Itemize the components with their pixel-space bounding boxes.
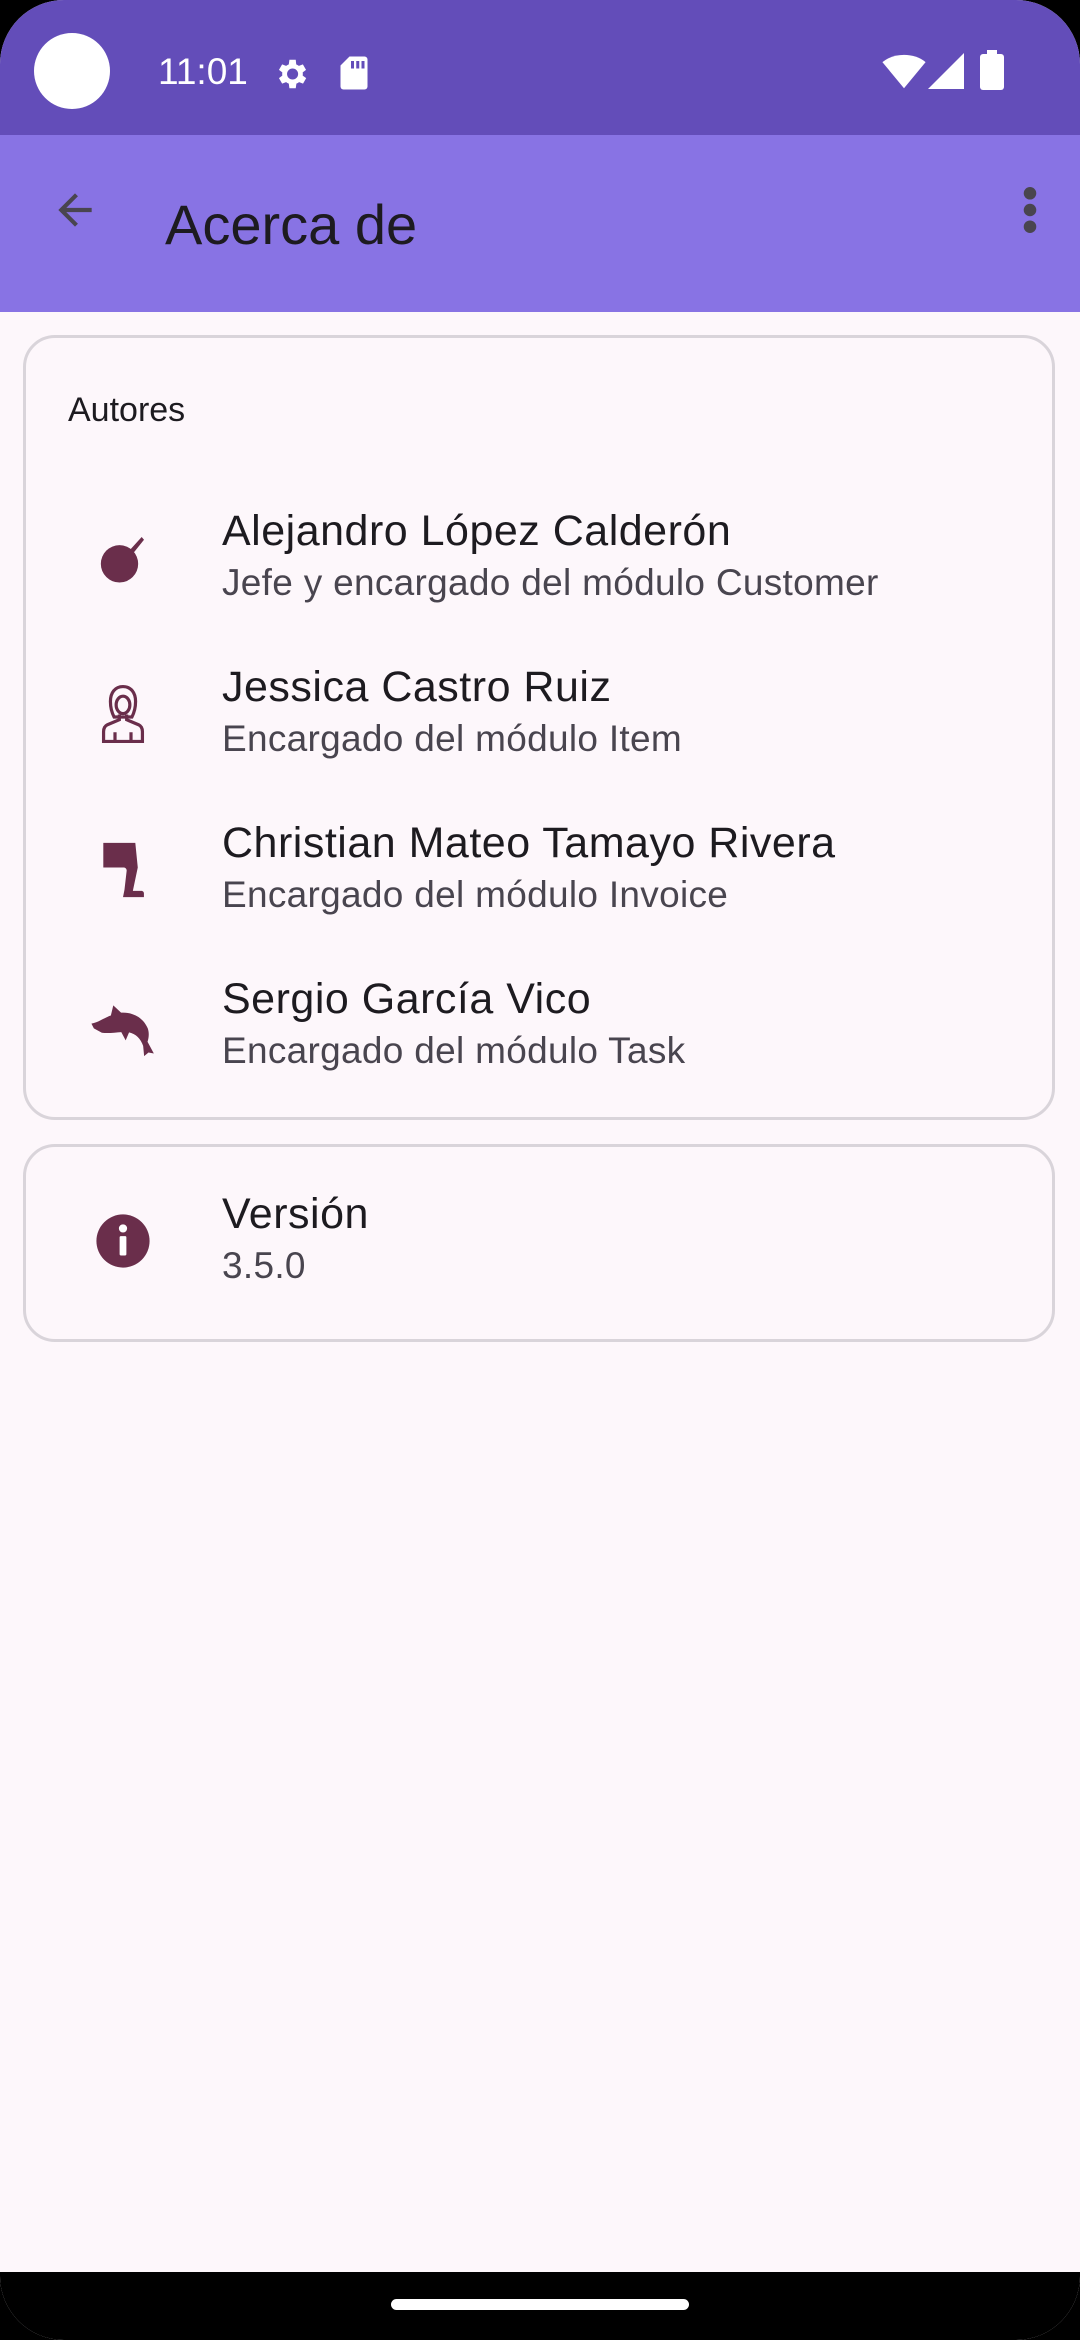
author-name: Jessica Castro Ruiz — [222, 663, 612, 711]
author-role: Encargado del módulo Task — [222, 1030, 686, 1071]
app-bar: Acerca de — [0, 135, 1080, 312]
version-value: 3.5.0 — [222, 1245, 306, 1286]
version-label: Versión — [222, 1190, 369, 1238]
author-role: Encargado del módulo Invoice — [222, 874, 729, 915]
page-title: Acerca de — [165, 193, 418, 256]
signal-icon — [928, 53, 964, 89]
status-bar: 11:01 — [0, 0, 1080, 135]
screen: 11:01 Acerca de Autores Alejandro López … — [0, 0, 1080, 2340]
info-icon — [96, 1214, 150, 1268]
version-item[interactable]: Versión 3.5.0 — [26, 1171, 1052, 1321]
camera-cutout — [34, 33, 110, 109]
sd-card-icon — [340, 56, 368, 90]
authors-card: Autores Alejandro López Calderón Jefe y … — [23, 335, 1055, 1120]
status-time: 11:01 — [158, 51, 248, 92]
authors-header: Autores — [68, 391, 186, 429]
version-card: Versión 3.5.0 — [23, 1144, 1055, 1342]
author-role: Encargado del módulo Item — [222, 718, 682, 759]
home-gesture-handle[interactable] — [391, 2299, 689, 2310]
author-item[interactable]: Christian Mateo Tamayo Rivera Encargado … — [26, 800, 1052, 950]
settings-icon — [278, 59, 307, 89]
more-options-button[interactable] — [1000, 175, 1060, 245]
wifi-icon — [882, 54, 926, 89]
arrow-back-icon — [58, 193, 92, 227]
bomb-icon — [100, 537, 144, 583]
battery-icon — [980, 50, 1004, 90]
back-button[interactable] — [40, 175, 110, 245]
author-role: Jefe y encargado del módulo Customer — [222, 562, 879, 603]
leg-icon — [103, 842, 144, 898]
author-name: Christian Mateo Tamayo Rivera — [222, 819, 836, 867]
author-name: Alejandro López Calderón — [222, 507, 732, 555]
woman-icon — [101, 684, 145, 744]
author-item[interactable]: Jessica Castro Ruiz Encargado del módulo… — [26, 644, 1052, 794]
author-item[interactable]: Sergio García Vico Encargado del módulo … — [26, 956, 1052, 1106]
author-name: Sergio García Vico — [222, 975, 592, 1023]
dolphin-icon — [91, 1005, 154, 1057]
more-vert-icon — [1023, 187, 1037, 233]
author-item[interactable]: Alejandro López Calderón Jefe y encargad… — [26, 488, 1052, 638]
